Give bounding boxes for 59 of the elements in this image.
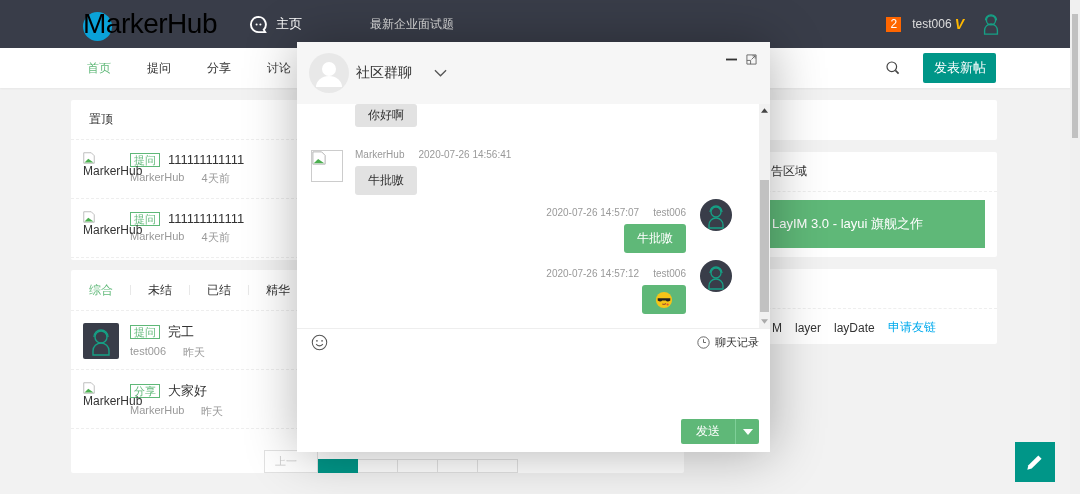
scroll-up-icon[interactable] (761, 108, 768, 113)
message-time: 2020-07-26 14:57:07 (546, 207, 640, 218)
friend-link[interactable]: layDate (834, 320, 875, 335)
broken-image-icon (83, 152, 95, 164)
friend-link[interactable]: M (772, 320, 782, 335)
post-time: 昨天 (183, 345, 206, 360)
post-title[interactable]: 111111111111 (168, 152, 245, 167)
nav-link[interactable]: 主页 (276, 15, 302, 33)
post-time: 昨天 (201, 404, 224, 419)
broken-image-icon (312, 151, 326, 165)
friend-link[interactable]: layer (795, 320, 821, 335)
new-post-button[interactable]: 发表新帖 (923, 53, 996, 83)
maximize-icon[interactable] (746, 54, 757, 65)
message-author: test006 (653, 268, 686, 279)
smiley-icon[interactable] (311, 334, 328, 351)
message-time: 2020-07-26 14:56:41 (418, 149, 512, 160)
message-author: test006 (653, 207, 686, 218)
message-author: MarkerHub (355, 149, 405, 160)
filter-tab[interactable]: 已结 (207, 281, 231, 299)
chevron-down-icon[interactable] (434, 69, 447, 77)
vip-mark: V (954, 16, 964, 32)
filter-tab[interactable]: 精华 (266, 281, 290, 299)
edit-button[interactable] (1015, 442, 1055, 482)
nav-tab[interactable]: 讨论 (267, 59, 291, 77)
chat-bubble-icon (249, 14, 268, 34)
chat-history-link[interactable]: 聊天记录 (715, 335, 759, 350)
post-tag: 提问 (130, 211, 160, 226)
card-title: 告区域 (771, 163, 807, 180)
message-time: 2020-07-26 14:57:12 (546, 268, 640, 279)
caret-icon (742, 428, 753, 435)
post-time: 4天前 (201, 230, 230, 245)
nav-link[interactable]: 最新企业面试题 (370, 15, 454, 33)
post-tag: 分享 (130, 384, 160, 398)
chat-title: 社区群聊 (356, 64, 412, 82)
post-title[interactable]: 大家好 (168, 382, 207, 400)
broken-image-icon (83, 211, 95, 223)
username-link[interactable]: test006 (912, 17, 952, 31)
post-time: 4天前 (201, 171, 230, 186)
sunglasses-face-icon (655, 290, 673, 309)
filter-tab[interactable]: 未结 (148, 281, 172, 299)
user-avatar-icon (83, 323, 119, 359)
post-tag: 提问 (130, 152, 160, 167)
post-tag: 提问 (130, 325, 160, 339)
scroll-down-icon[interactable] (761, 319, 768, 324)
post-title[interactable]: 111111111111 (168, 211, 245, 226)
message-bubble: 你好啊 (355, 104, 417, 127)
message-bubble: 牛批嗷 (624, 224, 686, 253)
chat-scrollbar[interactable] (759, 104, 770, 328)
user-avatar-icon (700, 199, 732, 231)
user-avatar-icon (700, 260, 732, 292)
search-icon[interactable] (885, 60, 901, 76)
broken-image-icon (83, 382, 95, 394)
send-options-button[interactable] (735, 419, 759, 444)
clock-icon[interactable] (697, 336, 710, 349)
nav-tab[interactable]: 分享 (207, 59, 231, 77)
nav-tab[interactable]: 提问 (147, 59, 171, 77)
card-title: 置顶 (89, 111, 113, 128)
post-title[interactable]: 完工 (168, 323, 194, 341)
message-bubble: 牛批嗷 (355, 166, 417, 195)
